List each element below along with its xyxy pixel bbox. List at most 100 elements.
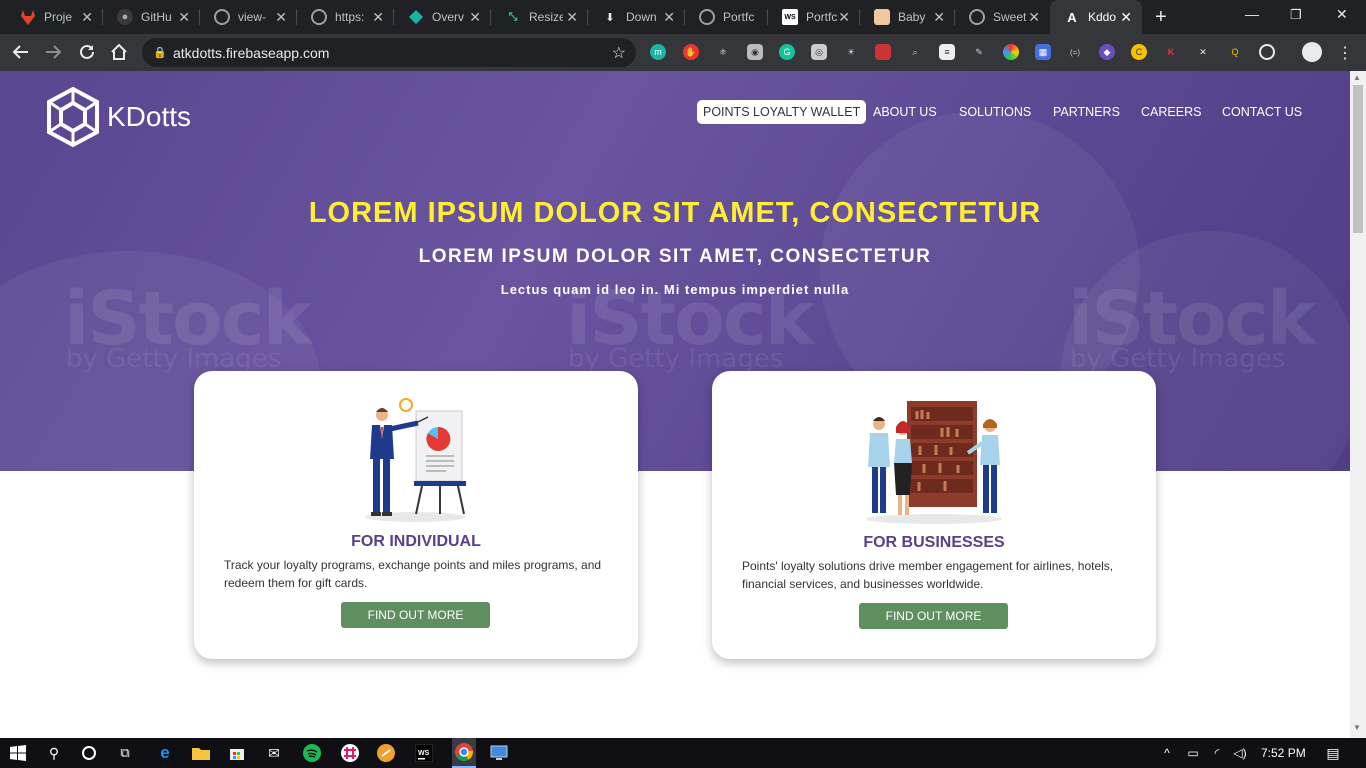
close-tab-icon[interactable]: ✕ xyxy=(372,10,384,24)
notifications-icon[interactable]: ▤ xyxy=(1324,744,1342,762)
browser-tab[interactable]: WS Portfc ✕ xyxy=(768,0,860,34)
extension-doc-icon[interactable]: ≡ xyxy=(939,44,955,60)
new-tab-button[interactable]: + xyxy=(1155,7,1167,27)
forward-button[interactable] xyxy=(44,43,62,66)
cortana-icon[interactable] xyxy=(80,744,98,762)
find-out-more-button[interactable]: FIND OUT MORE xyxy=(341,602,490,628)
camera-icon[interactable]: ◉ xyxy=(747,44,763,60)
browser-tab-active[interactable]: A Kddo ✕ xyxy=(1050,0,1142,34)
menu-kebab-icon[interactable]: ⋮ xyxy=(1337,43,1353,63)
url-text: atkdotts.firebaseapp.com xyxy=(173,44,330,61)
edge-icon[interactable]: e xyxy=(156,743,174,762)
nav-partners[interactable]: PARTNERS xyxy=(1053,105,1120,119)
extension-brackets-icon[interactable]: (=) xyxy=(1067,44,1083,60)
search-icon[interactable]: ⚲ xyxy=(45,744,63,762)
browser-tab[interactable]: ⤡ Resize ✕ xyxy=(491,0,588,34)
sketch-icon[interactable] xyxy=(377,744,395,762)
extension-grid-icon[interactable]: ▦ xyxy=(1035,44,1051,60)
extension-stop-icon[interactable]: ✋ xyxy=(683,44,699,60)
browser-tab[interactable]: ⬇ Down ✕ xyxy=(588,0,685,34)
logo[interactable]: KDotts xyxy=(44,86,191,148)
clock-time[interactable]: 7:52 PM xyxy=(1261,746,1306,760)
close-tab-icon[interactable]: ✕ xyxy=(566,10,578,24)
nav-contact-us[interactable]: CONTACT US xyxy=(1222,105,1302,119)
extension-lightbulb-icon[interactable]: ☀ xyxy=(843,44,859,60)
store-icon[interactable] xyxy=(228,744,246,762)
close-tab-icon[interactable]: ✕ xyxy=(1028,10,1040,24)
scrollbar-thumb[interactable] xyxy=(1353,85,1363,233)
nav-solutions[interactable]: SOLUTIONS xyxy=(959,105,1031,119)
reload-button[interactable] xyxy=(78,43,96,66)
globe-icon xyxy=(699,9,715,25)
close-tab-icon[interactable]: ✕ xyxy=(933,10,945,24)
avatar[interactable] xyxy=(1302,42,1322,62)
bookshelf-team-illustration xyxy=(866,401,1002,524)
nav-about-us[interactable]: ABOUT US xyxy=(873,105,937,119)
battery-icon[interactable]: ▭ xyxy=(1184,744,1202,762)
scroll-down-arrow-icon[interactable]: ▼ xyxy=(1353,723,1361,732)
scroll-up-arrow-icon[interactable]: ▲ xyxy=(1353,73,1361,82)
close-window-button[interactable]: ✕ xyxy=(1336,6,1348,23)
back-button[interactable] xyxy=(12,43,30,66)
extension-yellow-icon[interactable]: C xyxy=(1131,44,1147,60)
close-tab-icon[interactable]: ✕ xyxy=(81,10,93,24)
wifi-icon[interactable]: ◜ xyxy=(1208,744,1226,762)
find-out-more-button[interactable]: FIND OUT MORE xyxy=(859,603,1008,629)
chrome-taskbar-icon[interactable] xyxy=(452,738,476,768)
extension-k-icon[interactable]: K xyxy=(1163,44,1179,60)
webstorm-taskbar-icon[interactable]: WS xyxy=(415,744,433,762)
card-description: Points' loyalty solutions drive member e… xyxy=(742,559,1114,591)
resize-icon: ⤡ xyxy=(508,10,518,23)
browser-tab[interactable]: Baby ✕ xyxy=(860,0,955,34)
color-picker-icon[interactable] xyxy=(1003,44,1019,60)
close-tab-icon[interactable]: ✕ xyxy=(469,10,481,24)
extension-search-icon[interactable]: ⌕ xyxy=(907,44,923,60)
extension-x-icon[interactable]: ✕ xyxy=(1195,44,1211,60)
remote-desktop-icon[interactable] xyxy=(490,744,508,762)
minimize-button[interactable]: — xyxy=(1245,6,1259,22)
close-tab-icon[interactable]: ✕ xyxy=(663,10,675,24)
react-devtools-icon[interactable]: ⚛ xyxy=(715,44,731,60)
extension-ring-icon[interactable] xyxy=(1259,44,1275,60)
extension-pen-icon[interactable]: ✎ xyxy=(971,44,987,60)
task-view-icon[interactable]: ⧉ xyxy=(116,744,134,762)
close-tab-icon[interactable]: ✕ xyxy=(275,10,287,24)
browser-tab[interactable]: Proje ✕ xyxy=(6,0,103,34)
restore-button[interactable]: ❐ xyxy=(1290,7,1302,23)
close-tab-icon[interactable]: ✕ xyxy=(178,10,190,24)
extension-red-icon[interactable] xyxy=(875,44,891,60)
page-scrollbar[interactable]: ▲ ▼ xyxy=(1350,71,1366,738)
nav-points-loyalty-wallet[interactable]: POINTS LOYALTY WALLET xyxy=(697,100,867,124)
file-explorer-icon[interactable] xyxy=(192,744,210,762)
watermark-sub: by Getty Images xyxy=(66,344,282,374)
browser-tab[interactable]: ● GitHu ✕ xyxy=(103,0,200,34)
mail-icon[interactable]: ✉ xyxy=(265,744,283,762)
browser-tab[interactable]: view- ✕ xyxy=(200,0,297,34)
slack-icon[interactable] xyxy=(341,744,359,762)
browser-tab[interactable]: Sweet ✕ xyxy=(955,0,1050,34)
browser-tab[interactable]: https: ✕ xyxy=(297,0,394,34)
nav-careers[interactable]: CAREERS xyxy=(1141,105,1201,119)
extension-bulb-icon[interactable]: ◎ xyxy=(811,44,827,60)
close-tab-icon[interactable]: ✕ xyxy=(1120,10,1132,24)
volume-icon[interactable]: ◁) xyxy=(1231,744,1249,762)
baby-icon xyxy=(874,9,890,25)
home-button[interactable] xyxy=(110,43,128,66)
grammarly-icon[interactable]: G xyxy=(779,44,795,60)
bookmark-star-icon[interactable]: ☆ xyxy=(612,43,626,63)
tab-title: Overv xyxy=(432,10,465,24)
close-tab-icon[interactable]: ✕ xyxy=(838,10,850,24)
extension-q-icon[interactable]: Q xyxy=(1227,44,1243,60)
browser-tab[interactable]: Overv ✕ xyxy=(394,0,491,34)
tab-title: Sweet xyxy=(993,10,1027,24)
lock-icon: 🔒 xyxy=(153,47,167,59)
angular-icon: A xyxy=(1067,9,1077,25)
extension-m-icon[interactable]: m xyxy=(650,44,666,60)
extension-purple-icon[interactable]: ◆ xyxy=(1099,44,1115,60)
globe-icon xyxy=(311,9,327,25)
browser-tab[interactable]: Portfc xyxy=(685,0,768,34)
tray-chevron-up-icon[interactable]: ^ xyxy=(1158,744,1176,762)
spotify-icon[interactable] xyxy=(303,744,321,762)
address-bar[interactable]: 🔒 atkdotts.firebaseapp.com ☆ xyxy=(142,38,636,67)
windows-start-icon[interactable] xyxy=(9,744,27,762)
